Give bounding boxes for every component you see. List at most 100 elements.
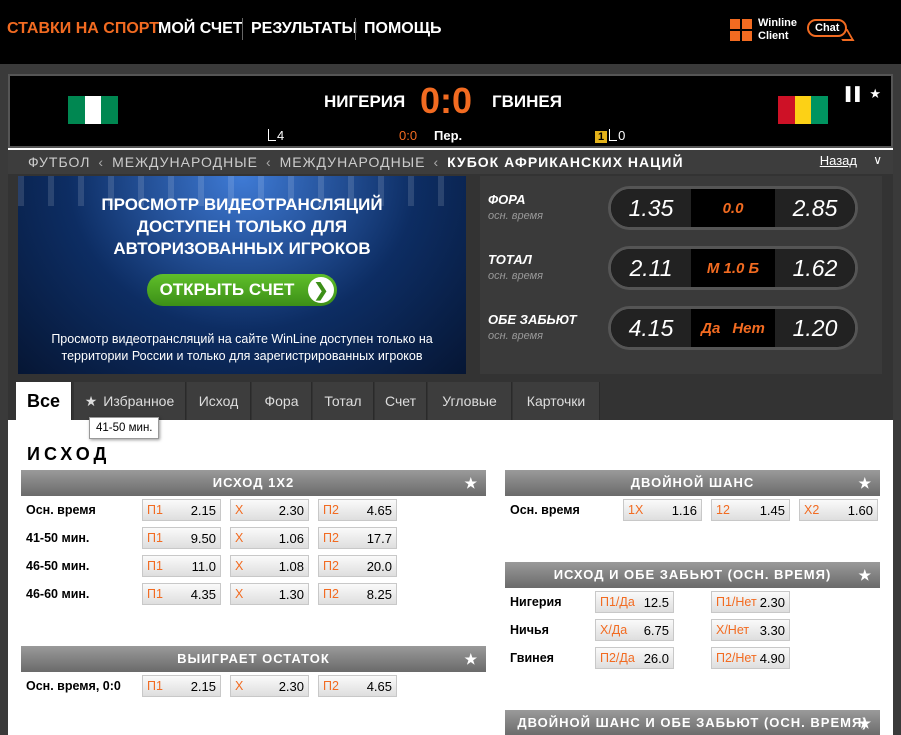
video-stream-placeholder: ПРОСМОТР ВИДЕОТРАНСЛЯЦИЙ ДОСТУПЕН ТОЛЬКО… [18,176,466,374]
quick-bet-odd-left[interactable]: 4.15 [611,309,691,347]
chat-button[interactable]: Chat [807,19,848,37]
market-1x2: ИСХОД 1Х2 ★ Осн. время П1 2.15 Х 2.30 П2 4.6… [21,470,486,608]
nav-help[interactable]: ПОМОЩЬ [364,20,442,38]
winline-client-link[interactable]: Winline Client [730,17,797,43]
odd-button[interactable]: Х 2.30 [230,499,309,521]
market-row: Осн. время, 0:0 П1 2.15 Х 2.30 П2 4.65 [21,672,486,700]
star-icon[interactable]: ★ [858,562,872,588]
nav-results[interactable]: РЕЗУЛЬТАТЫ [251,20,357,38]
odd-button[interactable]: 1Х 1.16 [623,499,702,521]
nav-my-account[interactable]: МОЙ СЧЕТ [158,20,243,38]
market-header[interactable]: ДВОЙНОЙ ШАНС ★ [505,470,880,496]
odd-button[interactable]: П1/Да 12.5 [595,591,674,613]
quick-bet-line: Да Нет [691,309,775,347]
quick-bet-line: М 1.0 Б [691,249,775,287]
breadcrumb-category[interactable]: МЕЖДУНАРОДНЫЕ [280,154,426,170]
odd-button[interactable]: П1 9.50 [142,527,221,549]
market-tabs: Все ★ Избранное Исход Фора Тотал Счет Угл… [8,382,893,420]
odd-button[interactable]: П1 2.15 [142,675,221,697]
corner-flag-icon [268,129,276,141]
period-score: 0:0 [399,128,418,143]
odd-button[interactable]: Х 1.08 [230,555,309,577]
odd-button[interactable]: П1 11.0 [142,555,221,577]
odd-button[interactable]: 12 1.45 [711,499,790,521]
tab-corners[interactable]: Угловые [428,382,512,420]
open-account-button[interactable]: ОТКРЫТЬ СЧЕТ ❯ [147,274,337,306]
market-row: Гвинея П2/Да 26.0 П2/Нет 4.90 [505,644,880,672]
nav-separator [355,18,356,40]
tab-score[interactable]: Счет [375,382,427,420]
quick-bet-odd-right[interactable]: 2.85 [775,189,855,227]
tooltip: 41-50 мин. [89,417,160,439]
tab-cards[interactable]: Карточки [513,382,600,420]
breadcrumb-tournament[interactable]: КУБОК АФРИКАНСКИХ НАЦИЙ [447,154,683,170]
odd-button[interactable]: Х2 1.60 [799,499,878,521]
chevron-left-icon: ‹ [433,154,440,170]
odd-button[interactable]: П2/Нет 4.90 [711,647,790,669]
away-flag-icon [778,96,829,124]
quick-bet-odd-right[interactable]: 1.20 [775,309,855,347]
star-icon[interactable]: ★ [464,470,478,496]
section-title: ИСХОД [27,444,111,464]
odd-button[interactable]: Х/Да 6.75 [595,619,674,641]
market-outcome-btts: ИСХОД И ОБЕ ЗАБЬЮТ (ОСН. ВРЕМЯ) ★ Нигерия… [505,562,880,672]
tab-total[interactable]: Тотал [313,382,374,420]
odd-button[interactable]: П1/Нет 2.30 [711,591,790,613]
tab-handicap[interactable]: Фора [252,382,312,420]
star-icon[interactable]: ★ [858,470,872,496]
star-icon[interactable]: ★ [464,646,478,672]
tab-all[interactable]: Все [16,382,72,420]
market-row: 41-50 мин. П1 9.50 Х 1.06 П2 17.7 [21,524,486,552]
odd-button[interactable]: П2 20.0 [318,555,397,577]
breadcrumb-sport[interactable]: ФУТБОЛ [28,154,90,170]
quick-bet-odd-left[interactable]: 1.35 [611,189,691,227]
market-header[interactable]: ИСХОД И ОБЕ ЗАБЬЮТ (ОСН. ВРЕМЯ) ★ [505,562,880,588]
odd-button[interactable]: П2 4.65 [318,675,397,697]
market-header[interactable]: ВЫИГРАЕТ ОСТАТОК ★ [21,646,486,672]
quick-bet-handicap: ФОРА осн. время 1.35 0.0 2.85 [480,182,882,242]
quick-bet-odd-left[interactable]: 2.11 [611,249,691,287]
winline-client-label: Winline Client [758,17,798,42]
odd-button[interactable]: Х 1.30 [230,583,309,605]
away-cards-corners: 10 [595,128,625,143]
stats-icon[interactable]: ▐▐ [841,86,859,101]
market-row: Осн. время П1 2.15 Х 2.30 П2 4.65 [21,496,486,524]
market-header[interactable]: ИСХОД 1Х2 ★ [21,470,486,496]
market-header[interactable]: ДВОЙНОЙ ШАНС И ОБЕ ЗАБЬЮТ (ОСН. ВРЕМЯ) ★ [505,710,880,735]
market-row: 46-60 мин. П1 4.35 Х 1.30 П2 8.25 [21,580,486,608]
market-row: 46-50 мин. П1 11.0 Х 1.08 П2 20.0 [21,552,486,580]
odd-button[interactable]: П2 8.25 [318,583,397,605]
market-row: Осн. время 1Х 1.16 12 1.45 Х2 1.60 [505,496,880,524]
odd-button[interactable]: П2 4.65 [318,499,397,521]
breadcrumb-region[interactable]: МЕЖДУНАРОДНЫЕ [112,154,258,170]
period-label: Пер. [434,128,463,143]
tab-outcome[interactable]: Исход [187,382,251,420]
tab-favorites[interactable]: ★ Избранное [74,382,186,420]
odd-button[interactable]: Х 2.30 [230,675,309,697]
favorite-star-icon[interactable]: ★ [869,86,881,101]
scoreboard-actions: ▐▐ ★ [841,86,881,102]
odd-button[interactable]: П2/Да 26.0 [595,647,674,669]
scoreboard: НИГЕРИЯ 0:0 ГВИНЕЯ ▐▐ ★ 4 0:0 Пер. 10 [8,74,893,148]
star-icon[interactable]: ★ [858,710,872,735]
odd-button[interactable]: Х/Нет 3.30 [711,619,790,641]
chevron-down-icon[interactable]: ∨ [873,153,883,167]
quick-bet-total: ТОТАЛ осн. время 2.11 М 1.0 Б 1.62 [480,242,882,302]
home-flag-icon [68,96,119,124]
odd-button[interactable]: Х 1.06 [230,527,309,549]
chevron-left-icon: ‹ [265,154,272,170]
odd-button[interactable]: П1 4.35 [142,583,221,605]
quick-bet-odd-right[interactable]: 1.62 [775,249,855,287]
odd-button[interactable]: П1 2.15 [142,499,221,521]
nav-sports-betting[interactable]: СТАВКИ НА СПОРТ [7,20,159,38]
back-link[interactable]: Назад [820,153,857,168]
corner-flag-icon [609,129,618,141]
stream-note: Просмотр видеотрансляций на сайте WinLin… [51,332,433,363]
home-corners: 4 [268,128,284,143]
odd-button[interactable]: П2 17.7 [318,527,397,549]
quick-bet-pill: 1.35 0.0 2.85 [608,186,858,230]
breadcrumb: ФУТБОЛ ‹ МЕЖДУНАРОДНЫЕ ‹ МЕЖДУНАРОДНЫЕ ‹… [8,150,893,174]
quick-bet-btts: ОБЕ ЗАБЬЮТ осн. время 4.15 Да Нет 1.20 [480,302,882,362]
market-row: Ничья Х/Да 6.75 Х/Нет 3.30 [505,616,880,644]
match-score: 0:0 [420,80,473,121]
